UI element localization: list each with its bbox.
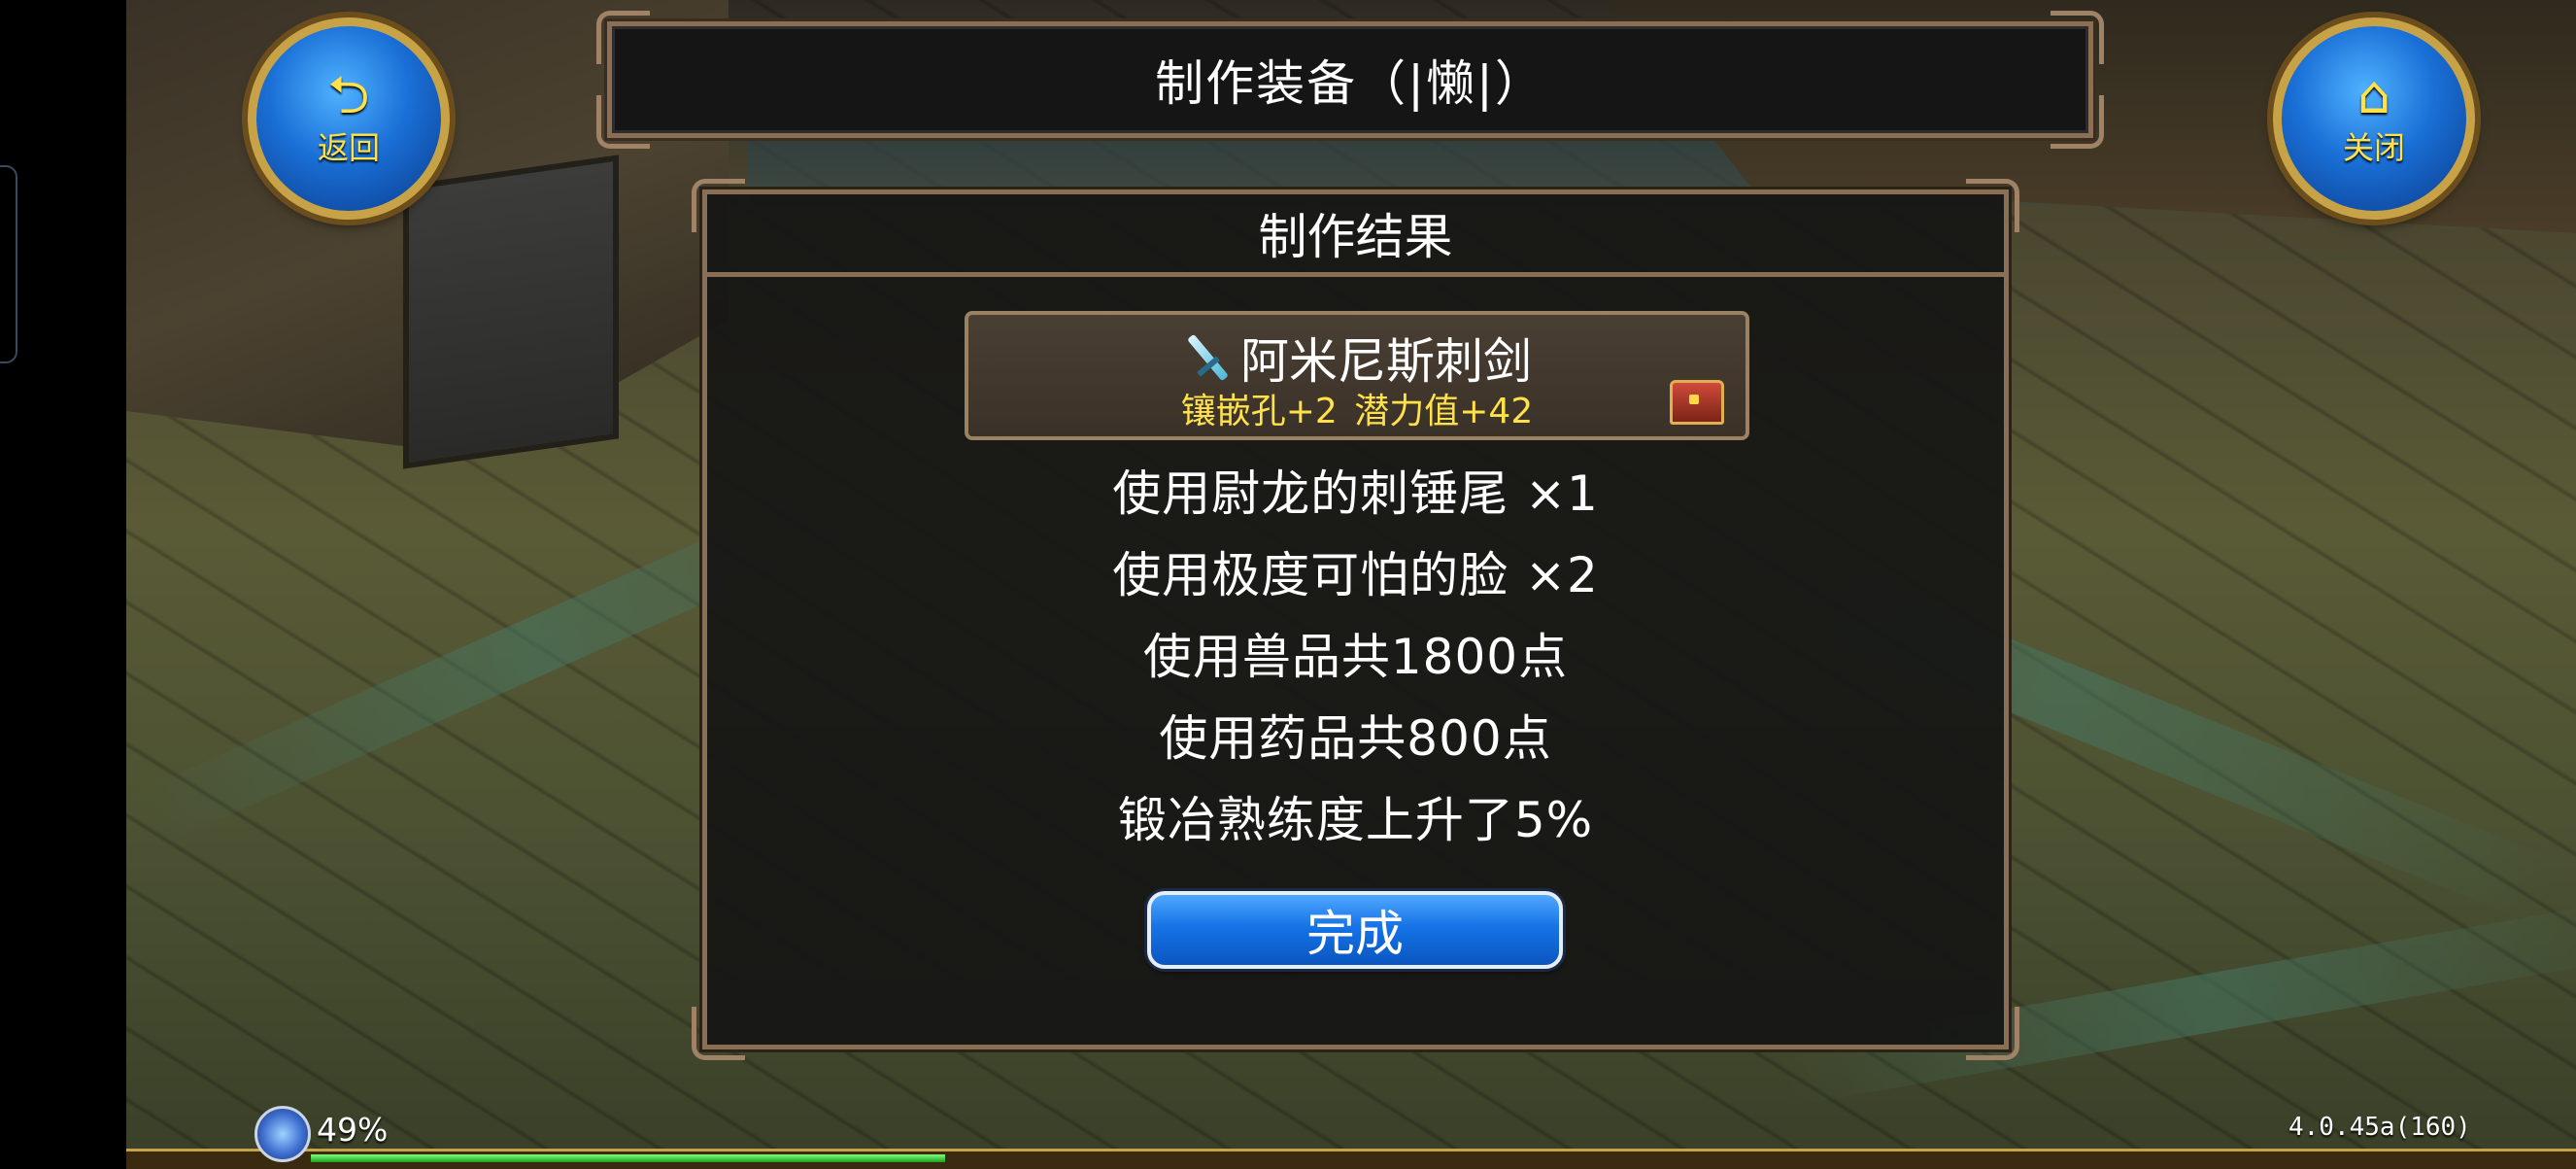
skill-gain-line: 锻冶熟练度上升了5% [1117,792,1594,848]
battery-orb-icon [254,1106,311,1162]
frame-corner [2051,95,2104,149]
close-label: 关闭 [2342,129,2405,166]
medicine-points-line: 使用药品共800点 [1159,710,1552,767]
back-arrow-icon: ⮌ [327,64,370,125]
background-door [403,155,619,469]
done-button[interactable]: 完成 [1147,891,1563,969]
done-label: 完成 [1306,906,1404,962]
frame-corner [1966,1007,2019,1060]
beast-points-line: 使用兽品共1800点 [1142,629,1569,685]
item-stats: 镶嵌孔+2 潜力值+42 [1180,392,1534,431]
home-icon: ⌂ [2356,64,2391,125]
sword-icon [1182,332,1233,383]
dialog-title: 制作结果 [1258,209,1453,265]
side-edge-tab[interactable] [0,165,17,363]
experience-bar-fill [311,1154,945,1162]
back-button[interactable]: ⮌ 返回 [248,17,450,220]
frame-corner [2051,11,2104,64]
frame-corner [596,11,650,64]
page-title: 制作装备（|懒|） [1155,55,1545,112]
version-label: 4.0.45a(160) [2288,1113,2471,1142]
treasure-chest-icon[interactable] [1670,380,1724,425]
page-title-bar: 制作装备（|懒|） [596,11,2104,149]
battery-percent: 49% [317,1111,389,1149]
back-label: 返回 [317,129,380,166]
craft-result-dialog: 制作结果 阿米尼斯刺剑 镶嵌孔+2 潜力值+42 使用尉龙的刺锤尾 ×1 使用极… [692,179,2019,1060]
frame-corner [692,1007,745,1060]
dialog-header: 制作结果 [707,194,2004,277]
frame-corner [596,95,650,149]
close-button[interactable]: ⌂ 关闭 [2273,17,2475,220]
material-used-line: 使用尉龙的刺锤尾 ×1 [1112,465,1599,522]
material-used-line: 使用极度可怕的脸 ×2 [1112,547,1599,603]
crafted-item-card[interactable]: 阿米尼斯刺剑 镶嵌孔+2 潜力值+42 [965,311,1749,440]
